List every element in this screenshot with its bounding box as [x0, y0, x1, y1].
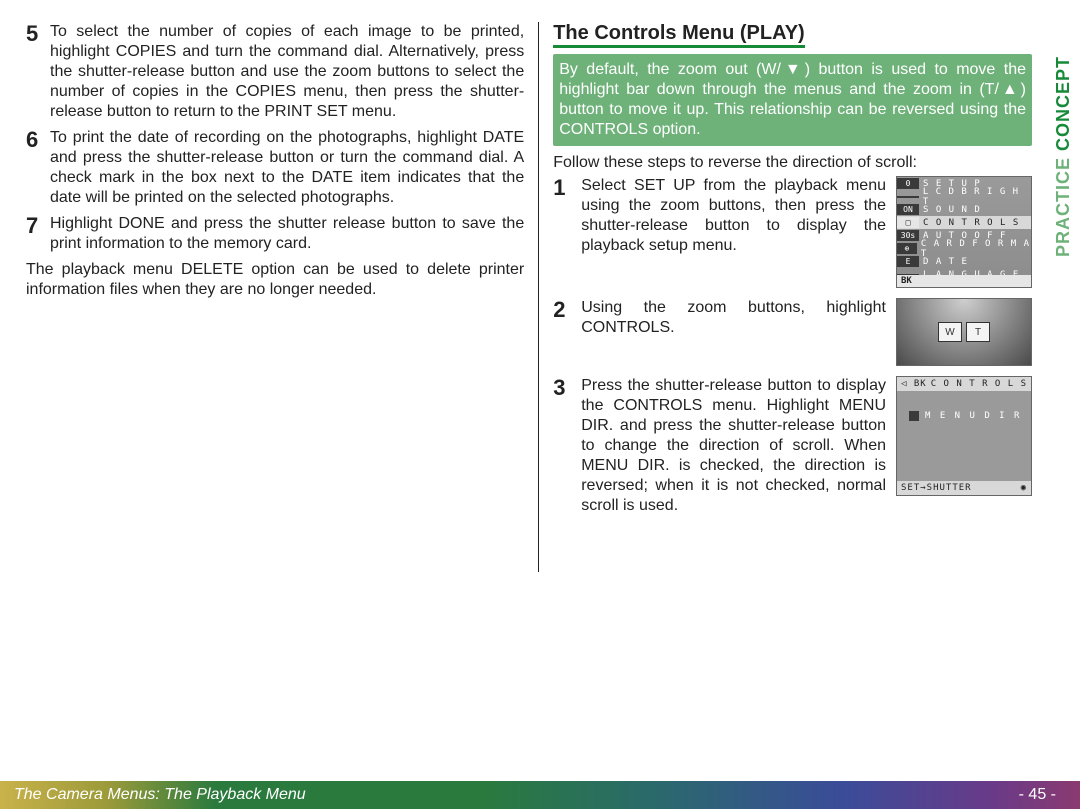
left-tail-paragraph: The playback menu DELETE option can be u…	[26, 260, 524, 300]
lcd-row-tag: □	[897, 217, 919, 228]
checkbox-icon	[909, 411, 919, 421]
lcd-footer-text: SET→SHUTTER	[901, 483, 972, 493]
page-footer: The Camera Menus: The Playback Menu - 45…	[0, 781, 1080, 809]
lcd-row-tag: ⊕	[897, 243, 917, 254]
right-column: The Controls Menu (PLAY) By default, the…	[553, 22, 1052, 572]
step-number: 1	[553, 176, 575, 199]
page-body: 5 To select the number of copies of each…	[0, 0, 1080, 572]
lcd-row-tag: E	[897, 256, 919, 267]
step-number: 7	[26, 214, 50, 237]
lcd-row-label: C A R D F O R M A T	[917, 239, 1031, 259]
lcd-row-tag: ON	[897, 204, 919, 215]
lcd-row-tag: 30s	[897, 230, 919, 241]
zoom-t-icon: T	[966, 322, 990, 342]
lcd-footer: SET→SHUTTER ◉	[897, 481, 1031, 495]
lcd-back-icon: ◁ BK	[901, 379, 927, 389]
lcd-zoom-buttons: W T	[896, 298, 1032, 366]
lcd-setup-menu: 0S E T U PL C D B R I G H TONS O U N D□C…	[896, 176, 1032, 288]
step-7: 7 Highlight DONE and press the shutter r…	[26, 214, 524, 254]
lcd-header: ◁ BK C O N T R O L S	[897, 377, 1031, 391]
step-text: Using the zoom buttons, highlight CONTRO…	[581, 298, 890, 338]
lcd-row-tag: 0	[897, 178, 919, 189]
right-step-1: 1 Select SET UP from the playback menu u…	[553, 176, 1032, 288]
step-text: To select the number of copies of each i…	[50, 22, 524, 122]
step-text: Select SET UP from the playback menu usi…	[581, 176, 890, 256]
lcd-row-label: C O N T R O L S	[919, 218, 1019, 228]
lcd-header-title: C O N T R O L S	[931, 379, 1027, 389]
step-5: 5 To select the number of copies of each…	[26, 22, 524, 122]
lcd-bk-label: BK	[897, 275, 1031, 287]
lcd-row-label: D A T E	[919, 257, 968, 267]
lcd-shutter-icon: ◉	[1021, 483, 1027, 493]
lcd-row: □C O N T R O L S	[897, 216, 1031, 229]
lcd-row-label: L C D B R I G H T	[919, 187, 1031, 207]
step-text: Highlight DONE and press the shutter rel…	[50, 214, 524, 254]
lcd-row-label: S O U N D	[919, 205, 981, 215]
step-number: 3	[553, 376, 575, 399]
follow-text: Follow these steps to reverse the direct…	[553, 154, 1032, 172]
intro-callout: By default, the zoom out (W/▼) button is…	[553, 54, 1032, 146]
lcd-menu-dir-label: M E N U D I R	[925, 411, 1021, 421]
step-number: 2	[553, 298, 575, 321]
lcd-menu-dir-item: M E N U D I R	[897, 391, 1031, 421]
lcd-row: L C D B R I G H T	[897, 190, 1031, 203]
zoom-w-icon: W	[938, 322, 962, 342]
lcd-controls-menu: ◁ BK C O N T R O L S M E N U D I R SET→S…	[896, 376, 1032, 496]
lcd-row-tag	[897, 196, 919, 198]
right-step-2: 2 Using the zoom buttons, highlight CONT…	[553, 298, 1032, 366]
footer-title: The Camera Menus: The Playback Menu	[14, 786, 306, 804]
left-column: 5 To select the number of copies of each…	[26, 22, 524, 572]
step-text: To print the date of recording on the ph…	[50, 128, 524, 208]
footer-page-number: - 45 -	[1019, 786, 1056, 804]
step-number: 6	[26, 128, 50, 151]
step-text: Press the shutter-release button to disp…	[581, 376, 890, 516]
side-tab-label: PRACTICE CONCEPT	[1053, 56, 1074, 257]
column-divider	[538, 22, 539, 572]
right-step-3: 3 Press the shutter-release button to di…	[553, 376, 1032, 516]
section-heading: The Controls Menu (PLAY)	[553, 22, 804, 48]
step-number: 5	[26, 22, 50, 45]
lcd-row: ⊕C A R D F O R M A T	[897, 242, 1031, 255]
step-6: 6 To print the date of recording on the …	[26, 128, 524, 208]
